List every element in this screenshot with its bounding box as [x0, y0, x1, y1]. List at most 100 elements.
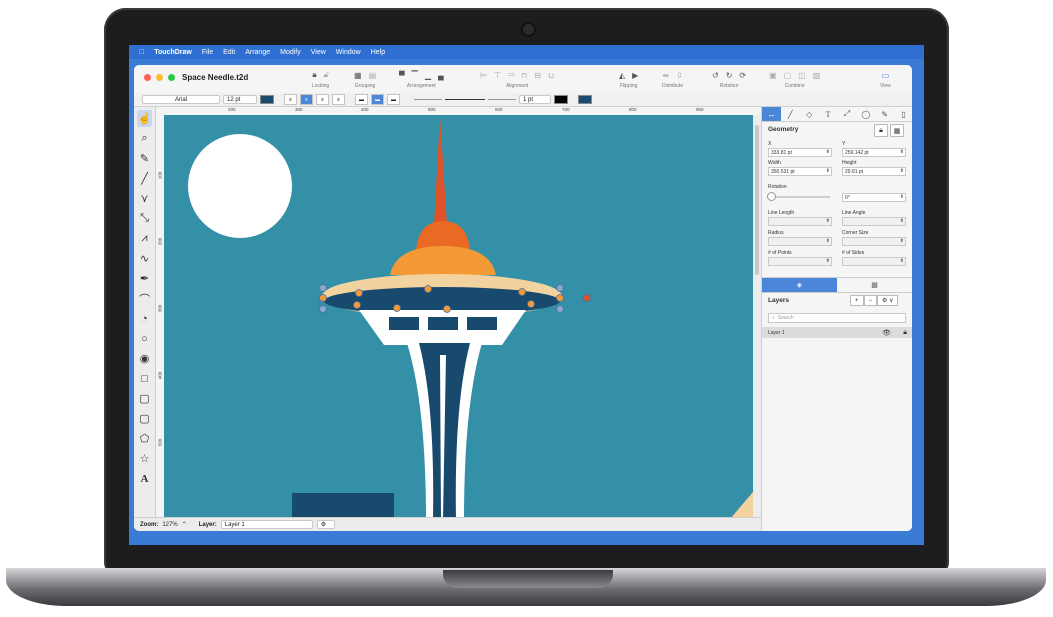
- font-color-swatch[interactable]: [260, 95, 274, 104]
- align-bottom-icon[interactable]: ⊔: [548, 71, 554, 80]
- circle-center-tool-icon[interactable]: ◉: [137, 350, 152, 367]
- zigzag-tool-icon[interactable]: ⩘: [137, 230, 152, 247]
- zoom-stepper-icon[interactable]: ⌃: [182, 521, 187, 528]
- x-field[interactable]: 333.81 pt ⬍: [768, 148, 832, 157]
- zoom-tool-icon[interactable]: ⌕: [137, 130, 152, 147]
- lock-icon[interactable]: 🔒︎: [903, 329, 907, 337]
- lock-aspect-button[interactable]: 🔒︎: [874, 124, 888, 137]
- font-name-select[interactable]: Arial: [142, 95, 220, 104]
- corner-shape[interactable]: [730, 492, 753, 519]
- line-tab-icon[interactable]: ╱: [781, 107, 800, 121]
- line-dash-style[interactable]: [445, 99, 485, 100]
- menu-arrange[interactable]: Arrange: [245, 49, 270, 56]
- layer-options-button[interactable]: ⚙: [316, 520, 335, 529]
- menu-app-name[interactable]: TouchDraw: [154, 49, 192, 56]
- corner-size-field[interactable]: ⬍: [842, 237, 906, 246]
- backward-icon[interactable]: ▁: [425, 71, 431, 80]
- height-field[interactable]: 29.81 pt ⬍: [842, 167, 906, 176]
- rounded-rectangle-tool-icon[interactable]: ▢: [137, 390, 152, 407]
- align-left-icon[interactable]: ⊨: [480, 71, 487, 80]
- line-tool-icon[interactable]: ╱: [137, 170, 152, 187]
- arc-tool-icon[interactable]: ⌒: [137, 290, 152, 307]
- library-tab-icon[interactable]: ▩: [837, 278, 912, 292]
- flip-vertical-icon[interactable]: ▶: [632, 71, 638, 80]
- stroke-color-swatch[interactable]: [554, 95, 568, 104]
- vertical-align-top-button[interactable]: ▬: [355, 94, 368, 105]
- flip-horizontal-icon[interactable]: ◭: [619, 71, 625, 80]
- menu-file[interactable]: File: [202, 49, 213, 56]
- star-tool-icon[interactable]: ☆: [137, 450, 152, 467]
- line-end-style[interactable]: [488, 99, 516, 100]
- layer-options-menu[interactable]: ⚙ ∨: [877, 295, 899, 306]
- grid-snap-button[interactable]: ▦: [890, 124, 904, 137]
- dome-top-shape[interactable]: [416, 221, 470, 250]
- layers-tab-icon[interactable]: ◈: [762, 278, 837, 292]
- text-tab-icon[interactable]: T: [819, 107, 838, 121]
- vertical-align-middle-button[interactable]: ▬: [371, 94, 384, 105]
- ungroup-icon[interactable]: ▤: [369, 71, 377, 80]
- drawing-canvas[interactable]: [164, 115, 753, 519]
- fill-tab-icon[interactable]: ◇: [800, 107, 819, 121]
- vertical-scroll-thumb[interactable]: [755, 125, 759, 275]
- group-icon[interactable]: ▦: [354, 71, 362, 80]
- vertical-scrollbar[interactable]: [753, 115, 761, 519]
- line-length-field[interactable]: ⬍: [768, 217, 832, 226]
- align-top-icon[interactable]: ⊓: [521, 71, 527, 80]
- rectangle-tool-icon[interactable]: □: [137, 370, 152, 387]
- rotate-left-icon[interactable]: ↺: [712, 71, 719, 80]
- close-window-button[interactable]: [144, 74, 151, 81]
- document-tab-icon[interactable]: ▯: [894, 107, 912, 121]
- zoom-window-button[interactable]: [168, 74, 175, 81]
- minimize-window-button[interactable]: [156, 74, 163, 81]
- curve-tool-icon[interactable]: ∿: [137, 250, 152, 267]
- layer-select[interactable]: Layer 1: [220, 520, 313, 529]
- text-justify-button[interactable]: ≡: [332, 94, 345, 105]
- radius-field[interactable]: ⬍: [768, 237, 832, 246]
- rotate-free-icon[interactable]: ⟳: [739, 71, 746, 80]
- remove-layer-button[interactable]: −: [863, 295, 878, 306]
- view-sidebar-icon[interactable]: ▭: [882, 71, 890, 80]
- rotation-field[interactable]: 0° ⬍: [842, 193, 906, 202]
- exclude-icon[interactable]: ▨: [813, 71, 821, 80]
- menu-view[interactable]: View: [311, 49, 326, 56]
- polyline-tool-icon[interactable]: ⋎: [137, 190, 152, 207]
- sun-circle[interactable]: [188, 134, 292, 238]
- polygon-tool-icon[interactable]: ⬠: [137, 430, 152, 447]
- font-size-field[interactable]: 12 pt: [223, 95, 257, 104]
- menu-window[interactable]: Window: [336, 49, 361, 56]
- unlock-icon[interactable]: 🔓︎: [324, 70, 329, 80]
- rounded-square-tool-icon[interactable]: ▢: [137, 410, 152, 427]
- vertical-align-bottom-button[interactable]: ▬: [387, 94, 400, 105]
- align-center-icon[interactable]: ⊤: [494, 71, 501, 80]
- line-start-style[interactable]: [414, 99, 442, 100]
- pen-tool-icon[interactable]: ✒: [137, 270, 152, 287]
- rotation-slider-knob[interactable]: [767, 192, 776, 201]
- line-angle-field[interactable]: ⬍: [842, 217, 906, 226]
- add-layer-button[interactable]: +: [850, 295, 864, 306]
- align-right-icon[interactable]: ⫤: [508, 70, 514, 80]
- building-shape[interactable]: [292, 493, 394, 519]
- menu-modify[interactable]: Modify: [280, 49, 301, 56]
- fill-color-swatch[interactable]: [578, 95, 592, 104]
- front-icon[interactable]: ▀: [399, 71, 405, 80]
- points-field[interactable]: ⬍: [768, 257, 832, 266]
- rotate-right-icon[interactable]: ↻: [726, 71, 733, 80]
- layer-search-input[interactable]: ⌕ Search: [768, 313, 906, 323]
- dome-middle-shape[interactable]: [390, 246, 496, 275]
- forward-icon[interactable]: ▔: [412, 71, 418, 80]
- layer-row[interactable]: Layer 1 👁︎ 🔒︎: [762, 327, 912, 338]
- eye-icon[interactable]: 👁︎: [882, 329, 891, 337]
- distribute-vertical-icon[interactable]: ⇳: [676, 71, 683, 80]
- union-icon[interactable]: ▣: [769, 71, 777, 80]
- spiral-tool-icon[interactable]: ◔: [137, 310, 152, 327]
- sides-field[interactable]: ⬍: [842, 257, 906, 266]
- subtract-icon[interactable]: ▢: [784, 71, 792, 80]
- menu-edit[interactable]: Edit: [223, 49, 235, 56]
- spire-shape[interactable]: [434, 117, 447, 225]
- align-middle-icon[interactable]: ⊟: [534, 71, 541, 80]
- text-tool-icon[interactable]: A: [137, 470, 152, 487]
- effects-tab-icon[interactable]: ◯: [856, 107, 875, 121]
- back-icon[interactable]: ▄: [438, 71, 444, 80]
- style-tab-icon[interactable]: ✎: [875, 107, 894, 121]
- text-align-left-button[interactable]: ≡: [284, 94, 297, 105]
